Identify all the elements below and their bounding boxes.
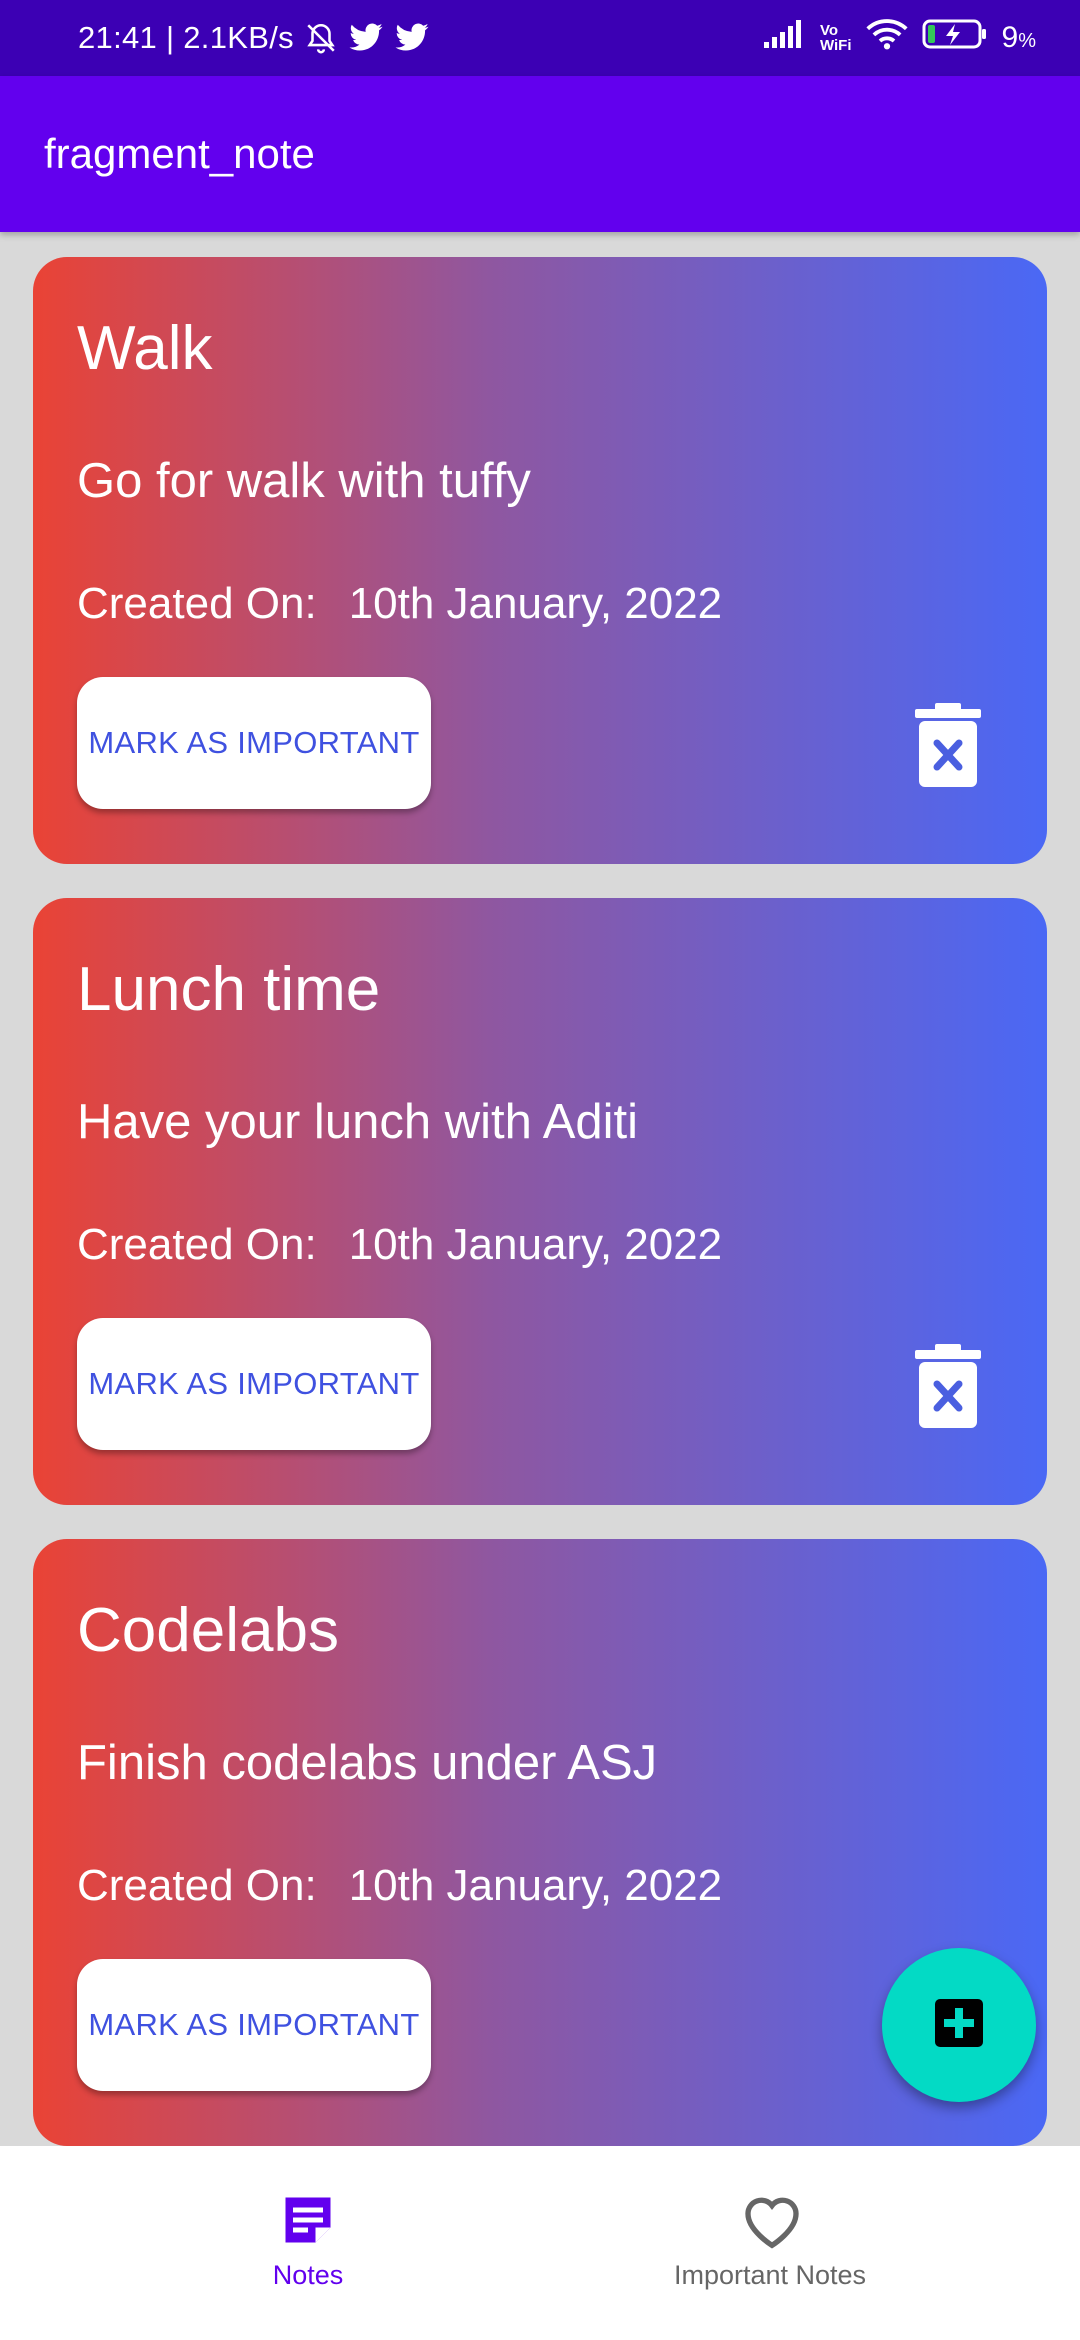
note-description: Go for walk with tuffy [77, 454, 531, 508]
note-title: Codelabs [77, 1596, 339, 1665]
battery-percent: 9% [1002, 21, 1036, 55]
add-note-button[interactable] [882, 1948, 1036, 2102]
notes-icon [278, 2190, 338, 2250]
battery-percent-value: 9 [1001, 21, 1019, 54]
battery-percent-unit: % [1018, 30, 1036, 52]
mark-important-button[interactable]: MARK AS IMPORTANT [77, 1959, 431, 2091]
mark-important-button[interactable]: MARK AS IMPORTANT [77, 1318, 431, 1450]
nav-item-notes[interactable]: Notes [38, 2146, 578, 2340]
delete-icon[interactable] [913, 703, 983, 789]
nav-label-notes: Notes [272, 2260, 344, 2290]
created-label: Created On: [77, 1220, 317, 1269]
vo-label: Vo [819, 22, 839, 39]
nav-label-important-notes: Important Notes [673, 2260, 867, 2290]
nav-item-important-notes[interactable]: Important Notes [500, 2146, 1040, 2340]
note-title: Walk [77, 314, 213, 383]
wifi-icon [865, 18, 908, 58]
app-bar: fragment_note [0, 76, 1080, 232]
status-left: 21:41 | 2.1KB/s [78, 0, 430, 76]
note-created: Created On: 10th January, 2022 [77, 1861, 722, 1911]
signal-icon [763, 20, 806, 56]
twitter-icon [348, 22, 384, 54]
add-icon [933, 1997, 985, 2054]
time-and-speed: 21:41 | 2.1KB/s [78, 20, 294, 55]
vowifi-indicator: Vo WiFi [820, 23, 852, 53]
notes-list[interactable]: Walk Go for walk with tuffy Created On: … [0, 232, 1080, 2146]
created-date: 10th January, 2022 [348, 1861, 723, 1910]
page-title: fragment_note [44, 130, 315, 177]
heart-icon [740, 2190, 800, 2250]
created-label: Created On: [77, 1861, 317, 1910]
status-bar: 21:41 | 2.1KB/s Vo WiFi 9% [0, 0, 1080, 76]
bottom-navigation: Notes Important Notes [0, 2146, 1080, 2340]
mark-important-button[interactable]: MARK AS IMPORTANT [77, 677, 431, 809]
note-description: Finish codelabs under ASJ [77, 1736, 658, 1790]
note-card: Walk Go for walk with tuffy Created On: … [33, 257, 1047, 864]
note-description: Have your lunch with Aditi [77, 1095, 639, 1149]
note-card: Lunch time Have your lunch with Aditi Cr… [33, 898, 1047, 1505]
created-label: Created On: [77, 579, 317, 628]
battery-charging-icon [922, 18, 988, 58]
wifi-label: WiFi [819, 37, 852, 54]
delete-icon[interactable] [913, 1344, 983, 1430]
created-date: 10th January, 2022 [348, 1220, 723, 1269]
bell-off-icon [304, 21, 338, 55]
twitter-icon [394, 22, 430, 54]
note-created: Created On: 10th January, 2022 [77, 1220, 722, 1270]
status-right: Vo WiFi 9% [763, 0, 1036, 76]
created-date: 10th January, 2022 [348, 579, 723, 628]
note-created: Created On: 10th January, 2022 [77, 579, 722, 629]
note-title: Lunch time [77, 955, 381, 1024]
